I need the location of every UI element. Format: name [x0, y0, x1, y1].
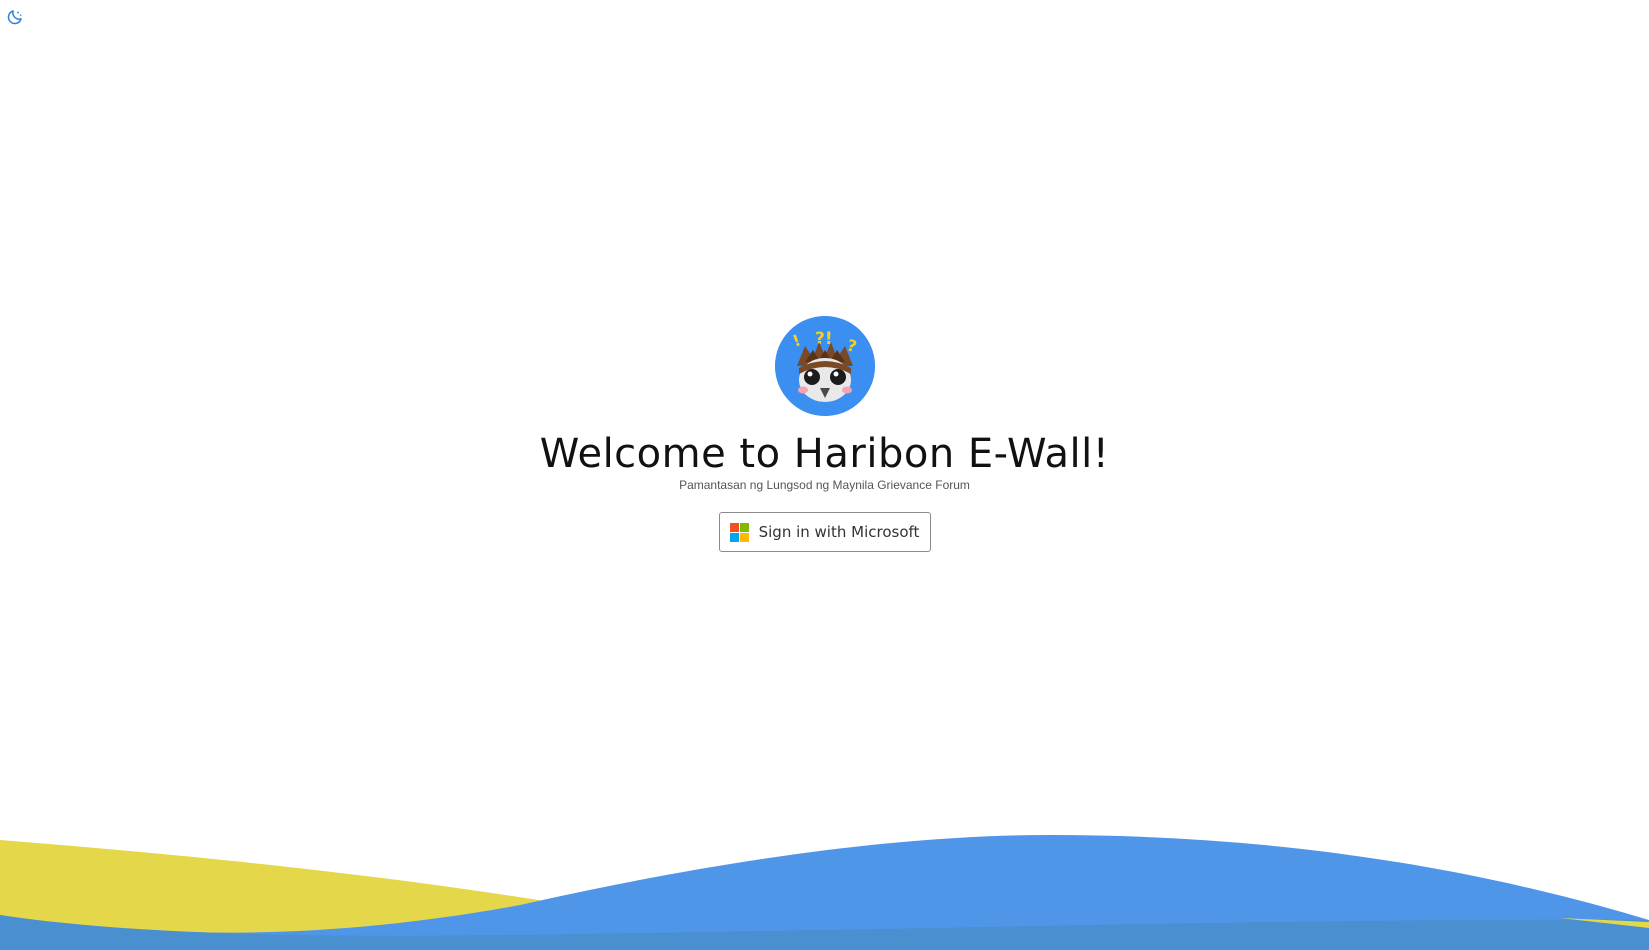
- page-title: Welcome to Haribon E-Wall!: [539, 431, 1110, 477]
- haribon-owl-logo: ! ?! ?: [774, 316, 875, 416]
- login-page: ! ?! ? Welcome to Haribon E-Wall! Pamant…: [0, 0, 1649, 950]
- page-subtitle: Pamantasan ng Lungsod ng Maynila Grievan…: [679, 478, 970, 492]
- decorative-waves: [0, 835, 1649, 950]
- theme-toggle-button[interactable]: [4, 6, 26, 28]
- moon-icon: [7, 10, 22, 25]
- microsoft-logo: [729, 522, 749, 542]
- sign-in-microsoft-button[interactable]: Sign in with Microsoft: [718, 512, 931, 552]
- login-card: ! ?! ? Welcome to Haribon E-Wall! Pamant…: [0, 316, 1649, 552]
- sign-in-label: Sign in with Microsoft: [758, 523, 920, 541]
